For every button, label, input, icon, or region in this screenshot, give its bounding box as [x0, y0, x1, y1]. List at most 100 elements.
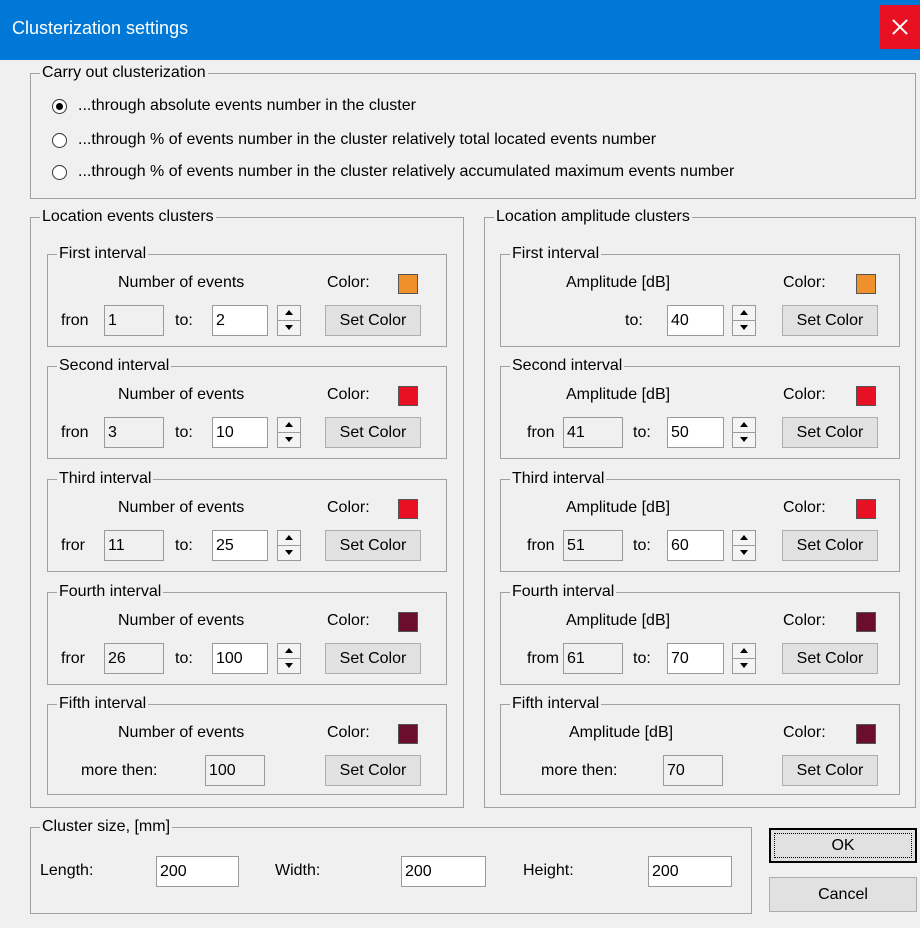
spin-up-icon[interactable] [733, 306, 755, 321]
from-field: 41 [563, 417, 623, 448]
color-swatch [398, 274, 418, 294]
spin-down-icon[interactable] [278, 659, 300, 673]
events-interval-2: Second interval Number of events Color: … [47, 357, 447, 459]
spin-down-icon[interactable] [278, 546, 300, 560]
interval-legend: First interval [510, 245, 602, 263]
spin-up-icon[interactable] [278, 418, 300, 433]
from-field: 1 [104, 305, 164, 336]
amplitude-interval-1: First interval Amplitude [dB] Color: to:… [500, 245, 900, 347]
to-field[interactable]: 40 [667, 305, 724, 336]
more-then-field: 70 [663, 755, 723, 786]
color-label: Color: [783, 499, 826, 516]
to-field[interactable]: 50 [667, 417, 724, 448]
color-swatch [856, 612, 876, 632]
color-swatch [856, 386, 876, 406]
spin-up-icon[interactable] [733, 418, 755, 433]
amplitude-clusters-legend: Location amplitude clusters [494, 208, 692, 226]
to-spinner[interactable] [732, 417, 756, 448]
to-spinner[interactable] [732, 643, 756, 674]
mode-option-absolute[interactable]: ...through absolute events number in the… [52, 97, 532, 119]
interval-legend: Fifth interval [57, 695, 149, 713]
spin-up-icon[interactable] [278, 306, 300, 321]
set-color-button[interactable]: Set Color [325, 530, 421, 561]
spin-down-icon[interactable] [733, 321, 755, 335]
color-label: Color: [327, 274, 370, 291]
to-field[interactable]: 100 [212, 643, 268, 674]
to-field[interactable]: 70 [667, 643, 724, 674]
color-label: Color: [327, 499, 370, 516]
amplitude-interval-2: Second interval Amplitude [dB] Color: fr… [500, 357, 900, 459]
to-field[interactable]: 60 [667, 530, 724, 561]
events-interval-3: Third interval Number of events Color: f… [47, 470, 447, 572]
mode-option-label: ...through % of events number in the clu… [78, 163, 735, 180]
color-swatch [398, 499, 418, 519]
from-label: fror [61, 537, 85, 554]
length-field[interactable]: 200 [156, 856, 239, 887]
ok-button[interactable]: OK [769, 828, 917, 863]
mode-option-percent-total[interactable]: ...through % of events number in the clu… [52, 131, 792, 153]
to-spinner[interactable] [277, 417, 301, 448]
set-color-button[interactable]: Set Color [782, 305, 878, 336]
radio-button[interactable] [52, 99, 67, 114]
radio-button[interactable] [52, 133, 67, 148]
spin-down-icon[interactable] [733, 659, 755, 673]
set-color-button[interactable]: Set Color [325, 417, 421, 448]
events-interval-1: First interval Number of events Color: f… [47, 245, 447, 347]
events-interval-4: Fourth interval Number of events Color: … [47, 583, 447, 685]
from-field: 3 [104, 417, 164, 448]
set-color-button[interactable]: Set Color [325, 643, 421, 674]
to-spinner[interactable] [732, 530, 756, 561]
radio-button[interactable] [52, 165, 67, 180]
to-spinner[interactable] [277, 530, 301, 561]
spin-up-icon[interactable] [278, 531, 300, 546]
from-field: 51 [563, 530, 623, 561]
interval-header: Amplitude [dB] [566, 274, 671, 291]
color-label: Color: [783, 612, 826, 629]
set-color-button[interactable]: Set Color [325, 305, 421, 336]
set-color-button[interactable]: Set Color [782, 417, 878, 448]
interval-legend: Fourth interval [510, 583, 617, 601]
set-color-button[interactable]: Set Color [325, 755, 421, 786]
events-clusters-legend: Location events clusters [40, 208, 216, 226]
to-spinner[interactable] [277, 643, 301, 674]
to-label: to: [175, 312, 193, 329]
interval-header: Amplitude [dB] [569, 724, 674, 741]
close-icon[interactable] [880, 5, 920, 49]
to-spinner[interactable] [277, 305, 301, 336]
window-title: Clusterization settings [12, 18, 189, 38]
interval-header: Amplitude [dB] [566, 386, 671, 403]
set-color-button[interactable]: Set Color [782, 530, 878, 561]
cancel-button[interactable]: Cancel [769, 877, 917, 912]
interval-legend: First interval [57, 245, 149, 263]
interval-header: Amplitude [dB] [566, 612, 671, 629]
set-color-button[interactable]: Set Color [782, 755, 878, 786]
width-field[interactable]: 200 [401, 856, 486, 887]
interval-header: Amplitude [dB] [566, 499, 671, 516]
spin-down-icon[interactable] [733, 433, 755, 447]
color-label: Color: [783, 386, 826, 403]
spin-down-icon[interactable] [733, 546, 755, 560]
events-interval-5: Fifth interval Number of events Color: m… [47, 695, 447, 795]
mode-option-percent-maximum[interactable]: ...through % of events number in the clu… [52, 163, 892, 185]
spin-up-icon[interactable] [733, 531, 755, 546]
to-spinner[interactable] [732, 305, 756, 336]
to-label: to: [633, 650, 651, 667]
spin-up-icon[interactable] [733, 644, 755, 659]
to-field[interactable]: 2 [212, 305, 268, 336]
spin-down-icon[interactable] [278, 321, 300, 335]
from-field: 11 [104, 530, 164, 561]
height-field[interactable]: 200 [648, 856, 732, 887]
spin-up-icon[interactable] [278, 644, 300, 659]
interval-legend: Third interval [510, 470, 607, 488]
interval-legend: Second interval [57, 357, 172, 375]
more-then-field: 100 [205, 755, 265, 786]
to-field[interactable]: 10 [212, 417, 268, 448]
color-label: Color: [783, 274, 826, 291]
spin-down-icon[interactable] [278, 433, 300, 447]
set-color-button[interactable]: Set Color [782, 643, 878, 674]
cluster-size-legend: Cluster size, [mm] [40, 818, 173, 836]
amplitude-interval-5: Fifth interval Amplitude [dB] Color: mor… [500, 695, 900, 795]
color-swatch [856, 274, 876, 294]
to-label: to: [175, 537, 193, 554]
to-field[interactable]: 25 [212, 530, 268, 561]
